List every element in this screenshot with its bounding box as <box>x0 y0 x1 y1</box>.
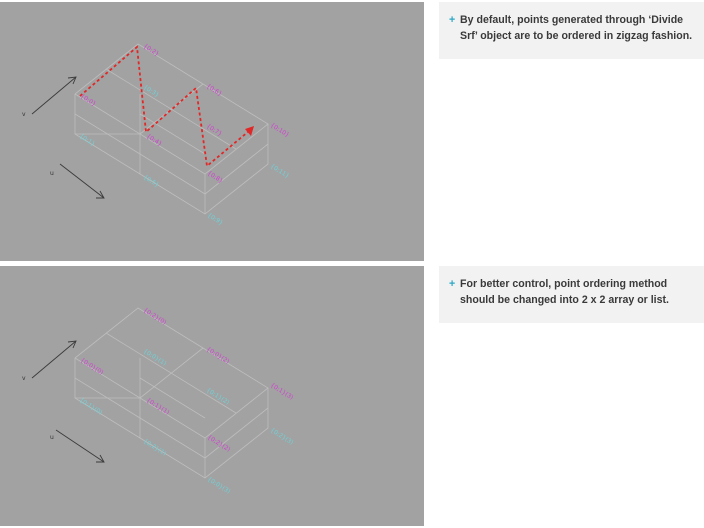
point-label: {0;10} <box>269 122 291 139</box>
point-label: {0;8} <box>206 170 225 185</box>
zigzag-arrowhead <box>245 126 254 136</box>
axis-v-label: v <box>22 111 26 118</box>
axis-v-label: v <box>22 375 26 382</box>
point-label: {0;0}(3) <box>206 476 232 496</box>
point-label: {0;4} <box>145 133 164 148</box>
point-label: {0;0}(2) <box>205 346 231 366</box>
point-label: {0;0}(0) <box>79 357 105 377</box>
point-labels: {0;0}(0){0;1}(0){0;2}(0){0;0}(1){0;1}(1)… <box>78 307 295 496</box>
point-label: {0;1}(0) <box>78 397 104 417</box>
note-zigzag: + By default, points generated through ‘… <box>439 2 704 59</box>
point-label: {0;1} <box>78 133 97 148</box>
grid-drawing: v u {0;0}(0){0;1}(0){0;2}(0){0;0}(1){0;1… <box>22 307 295 496</box>
point-label: {0;1}(3) <box>269 382 295 402</box>
point-label: {0;11} <box>269 163 291 180</box>
zigzag-path <box>79 45 250 168</box>
point-label: {0;0} <box>79 93 98 108</box>
point-label: {0;1}(1) <box>145 397 171 417</box>
point-label: {0;2}(1) <box>142 438 168 458</box>
point-label: {0;5} <box>142 174 161 189</box>
bullet-plus-icon: + <box>449 278 456 290</box>
axis-u-label: u <box>50 170 54 177</box>
note-text: For better control, point ordering metho… <box>460 278 669 306</box>
bullet-plus-icon: + <box>449 14 456 26</box>
note-text: By default, points generated through ‘Di… <box>460 14 693 42</box>
point-label: {0;6} <box>205 83 224 98</box>
axis-arrows <box>31 76 105 199</box>
viewport-array: v u {0;0}(0) {0;1}(0) {0;2}(0) {0;0}(1) {0;1… <box>0 266 424 526</box>
note-array: + For better control, point ordering met… <box>439 266 704 323</box>
point-label: {0;2}(3) <box>269 427 295 447</box>
point-label: {0;2} <box>142 43 161 58</box>
point-label: {0;2}(0) <box>142 307 168 327</box>
axis-arrows <box>31 340 105 463</box>
grid-drawing: v u {0;0}{0;1}{0;2}{0;3}{0;4}{0;5}{0;6}{… <box>22 43 291 227</box>
axis-u-label: u <box>50 434 54 441</box>
point-label: {0;9} <box>206 212 225 227</box>
point-label: {0;2}(2) <box>206 434 232 454</box>
box-wireframe <box>74 307 269 479</box>
box-wireframe <box>74 43 269 215</box>
viewport-zigzag: v u {0;0} {0;1} {0;2} {0;3} {0;4} {0;5} {0;6}{… <box>0 2 424 261</box>
